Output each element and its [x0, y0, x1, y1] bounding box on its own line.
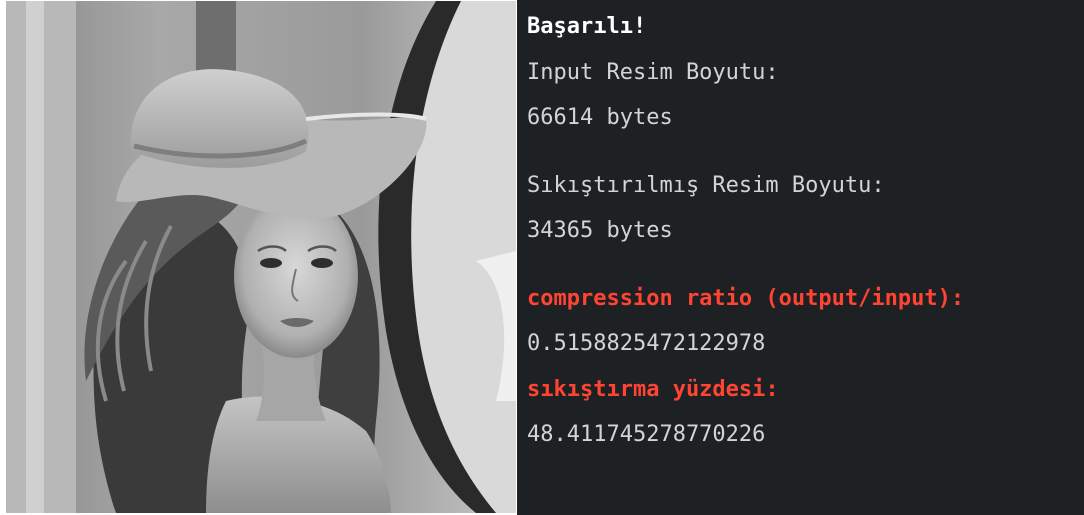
portrait-image — [6, 1, 516, 513]
console-output: Başarılı! Input Resim Boyutu: 66614 byte… — [517, 0, 1084, 515]
compressed-size-label: Sıkıştırılmış Resim Boyutu: — [527, 172, 885, 198]
input-size-label: Input Resim Boyutu: — [527, 59, 779, 85]
ratio-label: compression ratio (output/input): — [527, 285, 965, 311]
status-message: Başarılı! — [527, 14, 647, 39]
input-size-value: 66614 bytes — [527, 105, 673, 130]
left-eye — [260, 258, 282, 268]
compressed-size-value: 34365 bytes — [527, 218, 673, 243]
ratio-value: 0.5158825472122978 — [527, 331, 766, 356]
app-frame: Başarılı! Input Resim Boyutu: 66614 byte… — [0, 0, 1084, 515]
face — [234, 194, 358, 358]
photo-panel — [0, 0, 517, 515]
wall-pillar — [26, 1, 44, 513]
percent-label: sıkıştırma yüzdesi: — [527, 376, 779, 402]
right-eye — [311, 258, 333, 268]
percent-value: 48.411745278770226 — [527, 422, 766, 447]
